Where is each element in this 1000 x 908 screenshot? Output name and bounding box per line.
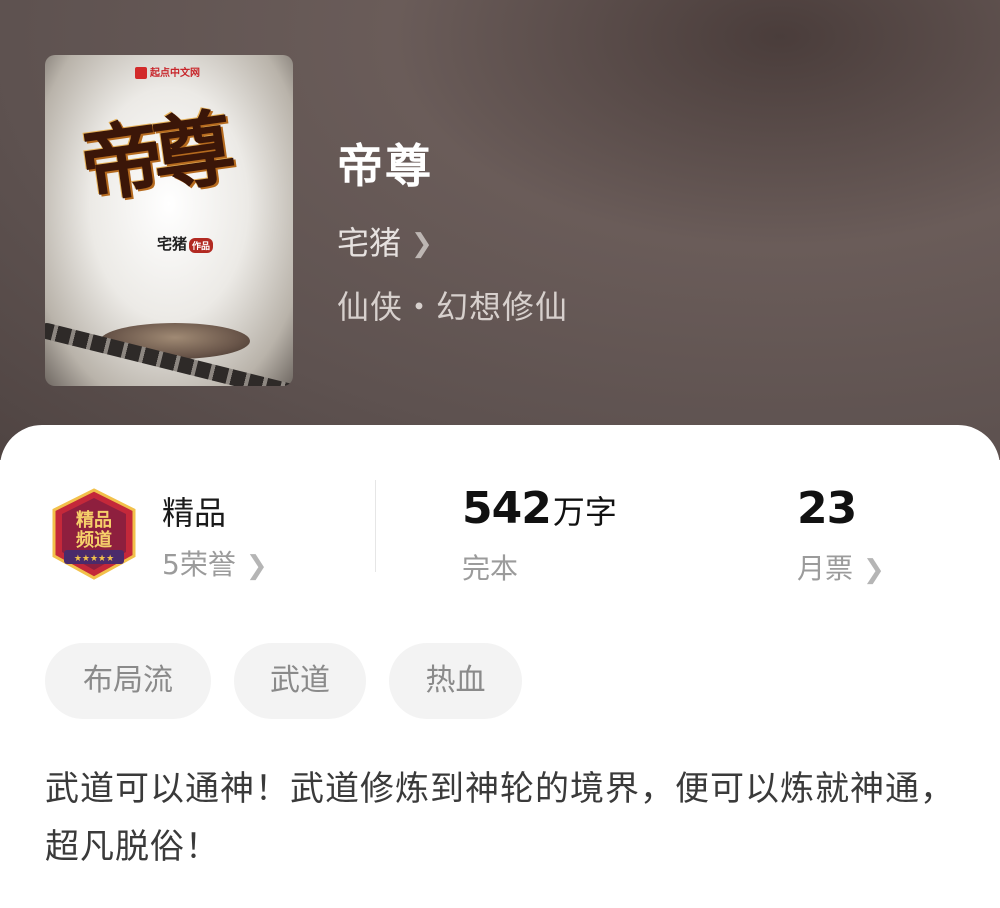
honor-link[interactable]: 5荣誉 ❯ [162,543,268,583]
chevron-right-icon: ❯ [411,229,433,259]
cover-title: 帝尊 [75,100,231,216]
honor-count: 5荣誉 [162,548,236,581]
publisher-icon [135,67,147,79]
premium-channel-badge-icon[interactable]: 精品 频道 ★★★★★ [50,488,138,580]
tag-pill[interactable]: 武道 [234,643,366,719]
tag-pill[interactable]: 布局流 [45,643,211,719]
cover-author: 宅猪 作品 [157,233,214,254]
svg-text:频道: 频道 [76,529,112,551]
book-cover[interactable]: 起点中文网 帝尊 宅猪 作品 [45,55,293,386]
svg-text:★★★★★: ★★★★★ [74,554,114,564]
author-link[interactable]: 宅猪 ❯ [337,218,433,264]
monthly-ticket-count: 23 [797,483,857,534]
monthly-ticket-label: 月票 [797,552,854,585]
chevron-right-icon: ❯ [245,551,268,581]
stat-divider [375,480,376,572]
book-title: 帝尊 [337,139,433,193]
book-header: 起点中文网 帝尊 宅猪 作品 帝尊 宅猪 ❯ 仙侠・幻想修仙 [0,0,1000,460]
word-count: 542万字 [462,483,617,534]
completion-status: 完本 [462,552,519,585]
author-name: 宅猪 [337,224,402,262]
tag-pill[interactable]: 热血 [389,643,522,719]
badge-label: 精品 [162,494,227,532]
monthly-ticket-link[interactable]: 月票 ❯ [797,547,885,587]
chevron-right-icon: ❯ [863,555,885,585]
publisher-logo: 起点中文网 [135,64,200,79]
book-description[interactable]: 武道可以通神！武道修炼到神轮的境界，便可以炼就神通，超凡脱俗！ [45,760,965,876]
book-category[interactable]: 仙侠・幻想修仙 [337,282,568,328]
svg-text:精品: 精品 [76,509,112,531]
